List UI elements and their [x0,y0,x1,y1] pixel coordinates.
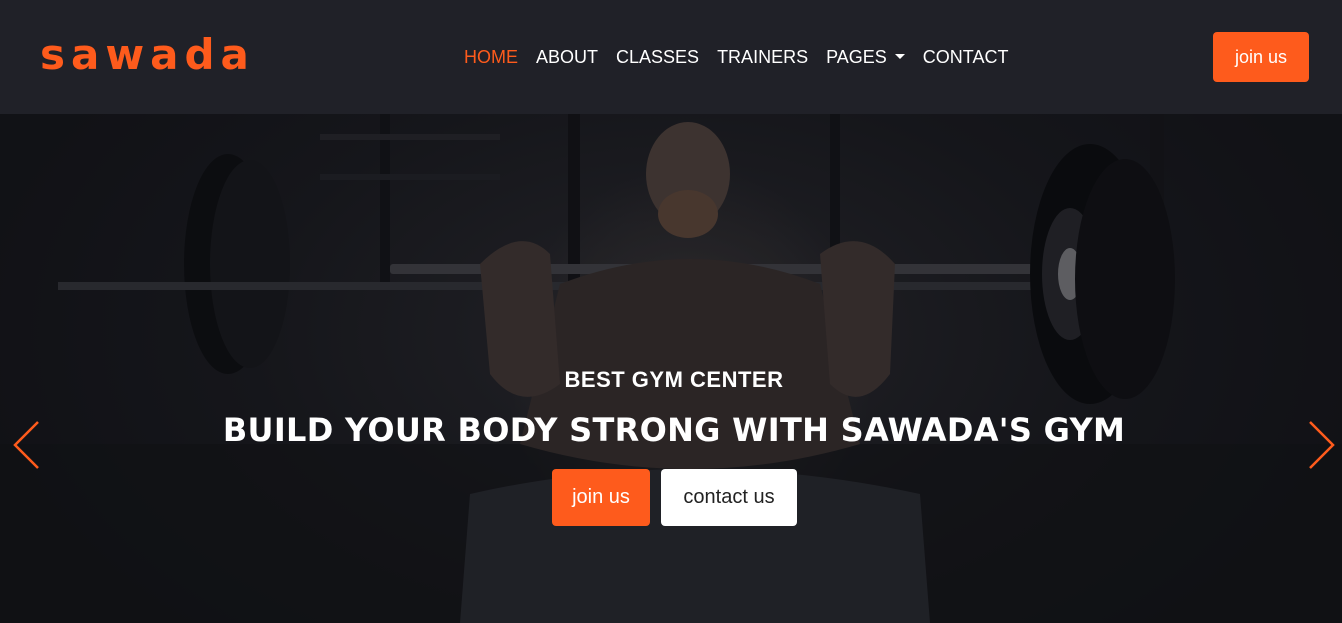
nav-item-contact[interactable]: CONTACT [923,45,1009,69]
brand-logo[interactable]: sawada [40,30,255,80]
caret-down-icon [894,53,905,59]
nav-item-classes[interactable]: CLASSES [616,45,699,69]
carousel-prev-button[interactable] [12,420,42,470]
hero-subtitle: BEST GYM CENTER [564,367,784,392]
nav-item-home[interactable]: HOME [464,45,518,69]
hero-slider: BEST GYM CENTER BUILD YOUR BODY STRONG W… [0,114,1342,623]
hero-join-button[interactable]: join us [552,469,650,526]
main-nav: HOME ABOUT CLASSES TRAINERS PAGES CONTAC… [464,45,1026,69]
nav-item-pages[interactable]: PAGES [826,45,905,69]
nav-item-about[interactable]: ABOUT [536,45,598,69]
nav-item-trainers[interactable]: TRAINERS [717,45,808,69]
hero-contact-button[interactable]: contact us [661,469,797,526]
carousel-next-button[interactable] [1306,420,1336,470]
navbar: sawada HOME ABOUT CLASSES TRAINERS PAGES… [0,0,1342,114]
hero-title: BUILD YOUR BODY STRONG WITH SAWADA'S GYM [222,411,1126,449]
chevron-left-icon [13,421,39,469]
nav-join-button[interactable]: join us [1213,32,1309,82]
chevron-right-icon [1309,421,1335,469]
nav-item-pages-label: PAGES [826,47,887,67]
